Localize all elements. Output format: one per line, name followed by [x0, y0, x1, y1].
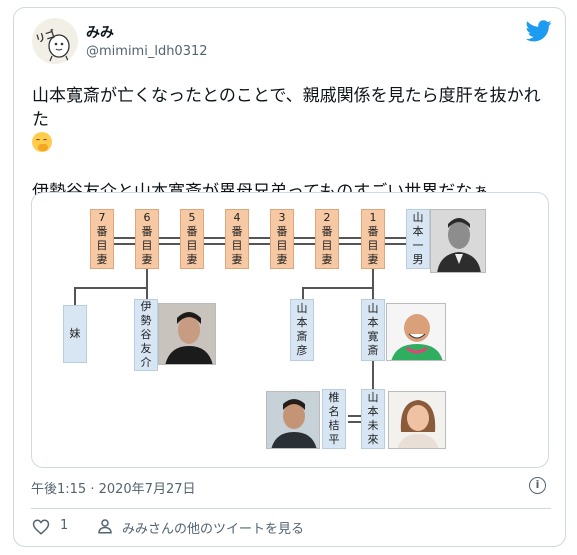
wife-2: 2番目妻: [315, 209, 339, 269]
wife-6: 6番目妻: [135, 209, 159, 269]
iseya-yusuke: 伊勢谷友介: [134, 299, 158, 371]
divider: [31, 508, 551, 509]
user-handle[interactable]: @mimimi_ldh0312: [86, 44, 208, 59]
descent-line: [302, 287, 304, 299]
yamamoto-mirai: 山本未來: [361, 389, 385, 449]
twitter-bird-icon[interactable]: [526, 20, 552, 42]
marriage-line: [348, 421, 362, 423]
descent-line: [146, 287, 148, 299]
yamamoto-saihiko: 山本斎彦: [290, 299, 314, 361]
sibling-line: [302, 287, 374, 289]
sibling-line: [74, 287, 148, 289]
person-icon[interactable]: [96, 517, 114, 535]
descent-line: [146, 269, 148, 289]
shiina-photo: [266, 391, 320, 449]
display-name[interactable]: みみ: [86, 22, 114, 42]
tweet-timestamp[interactable]: 午後1:15 · 2020年7月27日: [31, 478, 196, 497]
descent-line: [372, 269, 374, 289]
descent-line: [74, 287, 76, 305]
shiina-kippei: 椎名桔平: [322, 389, 346, 449]
father-photo: [430, 209, 486, 273]
iseya-photo: [158, 303, 216, 365]
father-yamamoto-kazuo: 山本一男: [406, 209, 430, 269]
kansai-photo: [386, 303, 446, 361]
tweet-line-1: 山本寛斎が亡くなったとのことで、親戚関係を見たら度肝を抜かれた: [32, 86, 541, 130]
like-count[interactable]: 1: [60, 518, 68, 533]
avatar[interactable]: リゴ: [32, 18, 78, 64]
yamamoto-kansai: 山本寛斎: [361, 299, 385, 361]
marriage-line: [348, 415, 362, 417]
tweet-emoji-line: [32, 132, 552, 156]
shushing-face-emoji-icon: [32, 132, 52, 152]
descent-line: [372, 287, 374, 299]
descent-line: [372, 361, 374, 389]
sister: 妹: [63, 305, 87, 363]
more-tweets-link[interactable]: みみさんの他のツイートを見る: [122, 518, 304, 537]
info-icon[interactable]: i: [529, 477, 546, 494]
tweet-card[interactable]: リゴ みみ @mimimi_ldh0312 山本寛斎が亡くなったとのことで、親戚…: [13, 7, 566, 547]
heart-icon[interactable]: [32, 518, 50, 536]
wife-7: 7番目妻: [90, 209, 114, 269]
mirai-photo: [388, 391, 446, 449]
wife-5: 5番目妻: [180, 209, 204, 269]
family-tree-image[interactable]: 7番目妻 6番目妻 5番目妻 4番目妻 3番目妻 2番目妻 1番目妻 山本一男: [31, 192, 549, 468]
tweet-text: 山本寛斎が亡くなったとのことで、親戚関係を見たら度肝を抜かれた 伊勢谷友介と山本…: [32, 84, 552, 204]
wife-4: 4番目妻: [225, 209, 249, 269]
wife-3: 3番目妻: [270, 209, 294, 269]
wife-1: 1番目妻: [361, 209, 385, 269]
